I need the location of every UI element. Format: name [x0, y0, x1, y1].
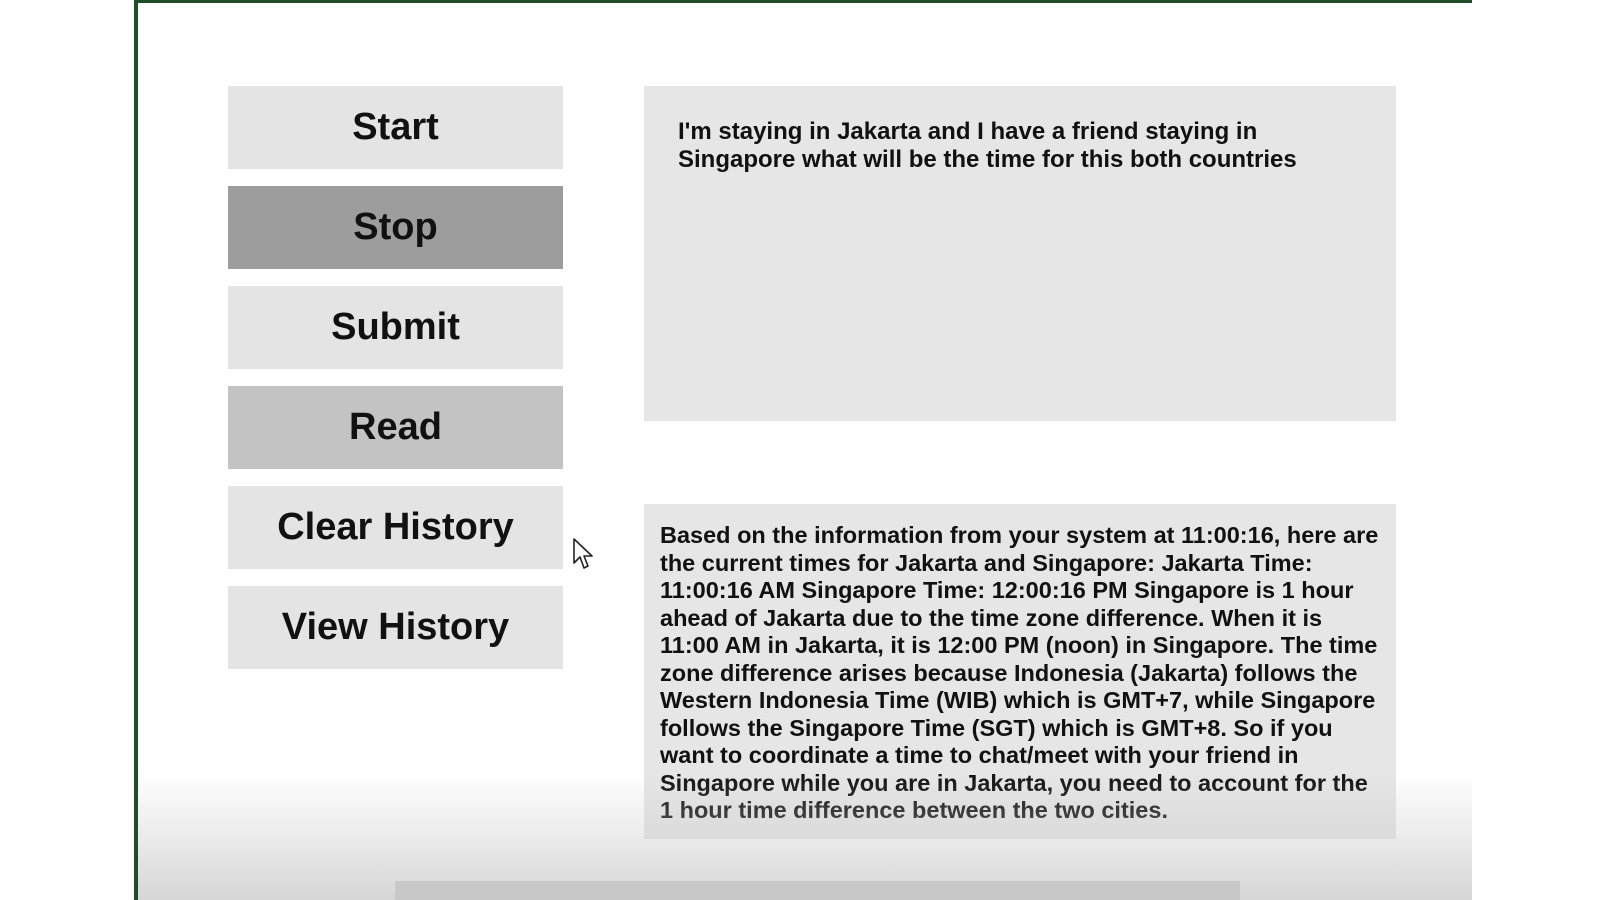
view-history-button[interactable]: View History: [228, 586, 563, 669]
bottom-bar: [395, 881, 1240, 900]
stop-button[interactable]: Stop: [228, 186, 563, 269]
clear-history-button[interactable]: Clear History: [228, 486, 563, 569]
screen: Start Stop Submit Read Clear History Vie…: [0, 0, 1600, 900]
app-window: Start Stop Submit Read Clear History Vie…: [134, 0, 1472, 900]
query-text: I'm staying in Jakarta and I have a frie…: [678, 118, 1297, 173]
query-text-panel[interactable]: I'm staying in Jakarta and I have a frie…: [644, 86, 1396, 421]
start-button[interactable]: Start: [228, 86, 563, 169]
response-text: Based on the information from your syste…: [660, 522, 1379, 823]
submit-button[interactable]: Submit: [228, 286, 563, 369]
response-text-panel[interactable]: Based on the information from your syste…: [644, 504, 1396, 839]
read-button[interactable]: Read: [228, 386, 563, 469]
